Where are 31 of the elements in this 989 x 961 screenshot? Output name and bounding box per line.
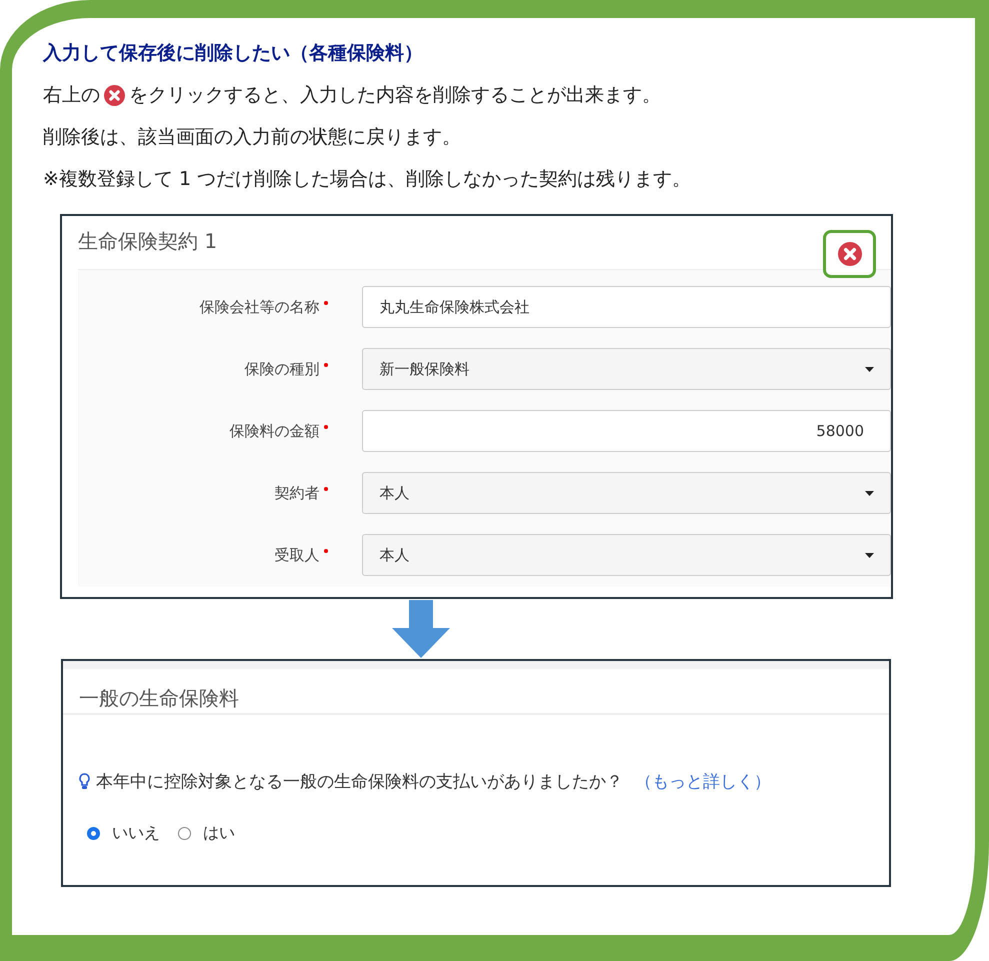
field-label: 契約者	[273, 484, 320, 502]
radio-option[interactable]: いいえ	[87, 823, 160, 844]
down-arrow-icon	[392, 600, 450, 658]
instruction-text: ※複数登録して 1 つだけ削除した場合は、削除しなかった契約は残ります。	[43, 167, 692, 192]
caret-icon	[865, 366, 874, 372]
delete-icon	[104, 85, 125, 106]
instruction-text: 右上の	[43, 83, 100, 108]
input-field[interactable]: 58000	[362, 410, 891, 452]
select-field[interactable]: 本人	[362, 472, 891, 514]
heading: 入力して保存後に削除したい（各種保険料）	[43, 41, 424, 66]
caret-icon	[865, 552, 874, 558]
card-title: 生命保険契約 1	[78, 228, 218, 255]
instruction-text: 削除後は、該当画面の入力前の状態に戻ります。	[43, 125, 461, 150]
select-field[interactable]: 本人	[362, 534, 891, 576]
radio-option[interactable]: はい	[178, 823, 235, 844]
instruction-text: をクリックすると、入力した内容を削除することが出来ます。	[129, 83, 661, 108]
radio-button[interactable]	[178, 827, 191, 840]
field-label: 保険会社等の名称	[198, 298, 320, 316]
field-label: 受取人	[273, 546, 320, 564]
close-icon	[838, 242, 862, 266]
radio-button[interactable]	[87, 827, 100, 840]
caret-icon	[865, 490, 874, 496]
question-text: 本年中に控除対象となる一般の生命保険料の支払いがありましたか？	[96, 771, 623, 793]
delete-button[interactable]	[823, 230, 876, 278]
more-details-link[interactable]: （もっと詳しく）	[635, 770, 771, 793]
input-field[interactable]: 丸丸生命保険株式会社	[362, 286, 891, 328]
field-label: 保険料の金額	[228, 422, 320, 440]
field-label: 保険の種別	[243, 360, 320, 378]
lightbulb-icon	[79, 773, 90, 790]
card-title: 一般の生命保険料	[79, 685, 239, 712]
select-field[interactable]: 新一般保険料	[362, 348, 891, 390]
